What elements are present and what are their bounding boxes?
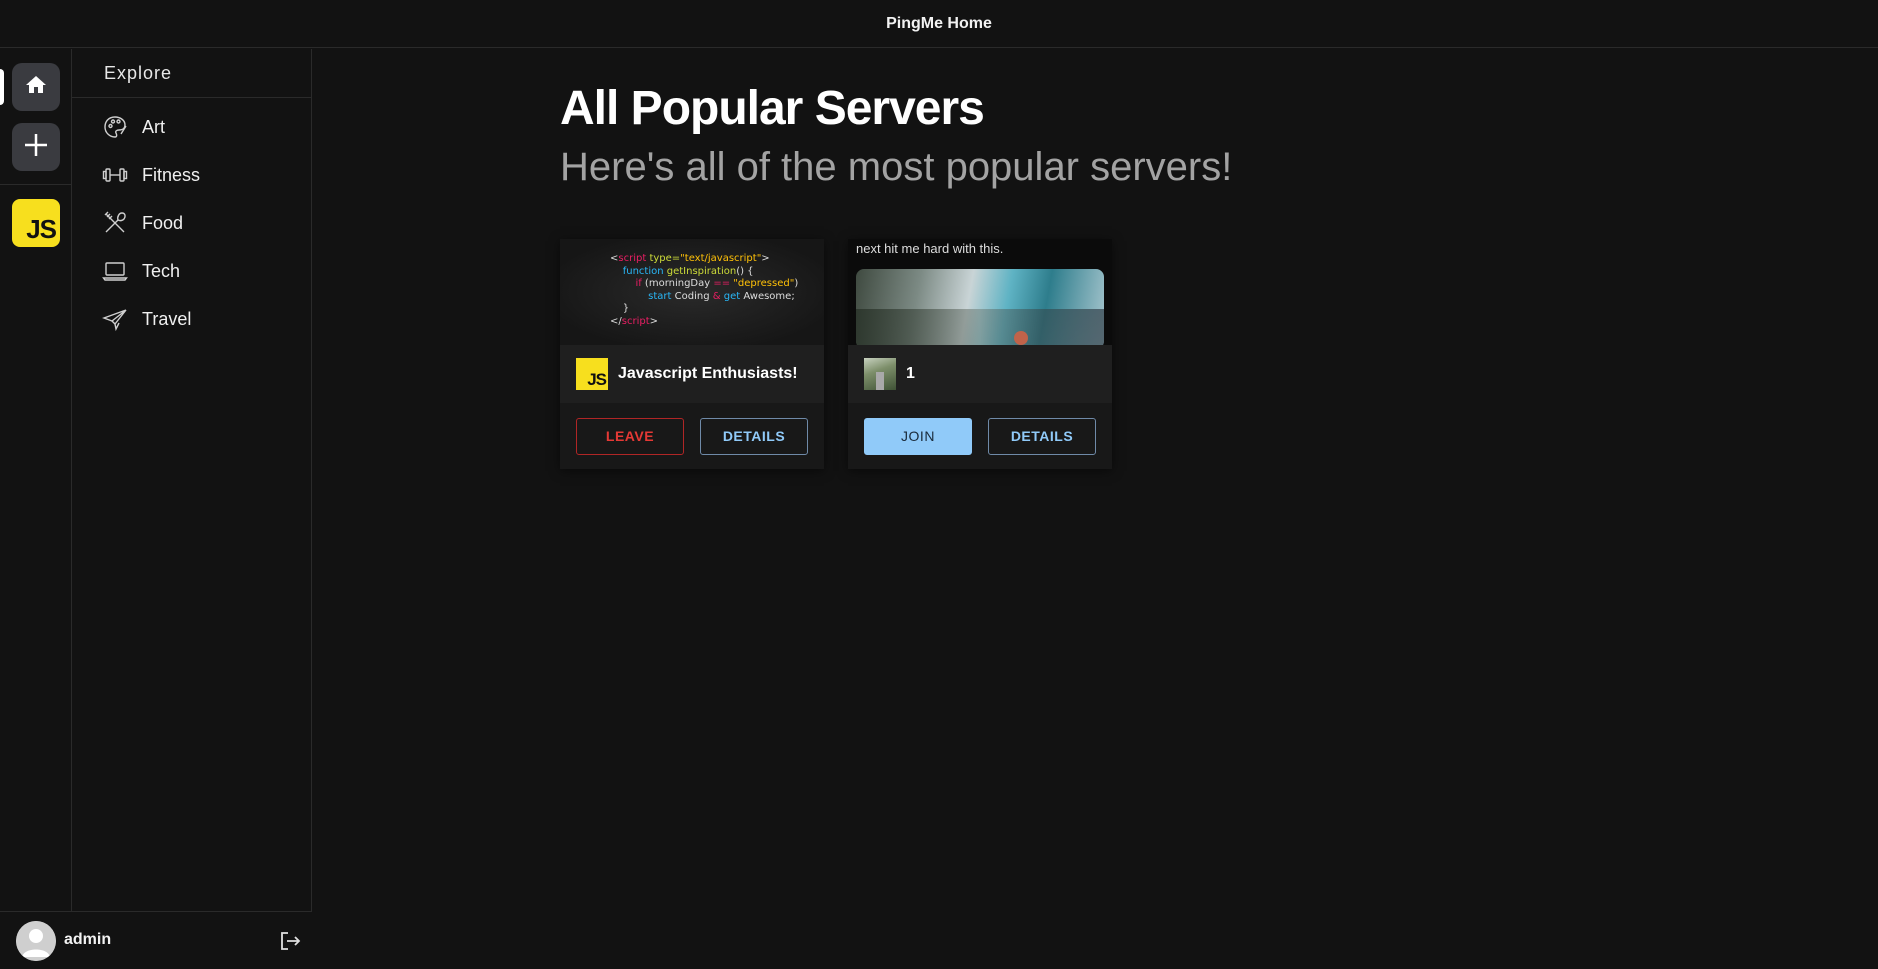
user-panel: admin (0, 911, 312, 969)
banner-caption: next hit me hard with this. (856, 241, 1004, 256)
server-avatar (864, 358, 896, 390)
sidebar-item-label: Art (142, 116, 166, 137)
logout-icon[interactable] (278, 929, 302, 953)
server-card: <script type="text/javascript"> function… (560, 239, 824, 469)
details-button[interactable]: DETAILS (700, 417, 808, 455)
active-indicator (0, 69, 4, 105)
server-banner: next hit me hard with this. (848, 239, 1112, 345)
sidebar-item-label: Food (142, 212, 184, 233)
rail-divider (0, 184, 72, 185)
details-button[interactable]: DETAILS (988, 417, 1096, 455)
leave-button[interactable]: LEAVE (576, 417, 684, 455)
server-name: Javascript Enthusiasts! (618, 365, 798, 382)
plus-icon (22, 131, 50, 164)
sidebar-heading: Explore (72, 49, 311, 98)
js-logo-text: JS (587, 370, 607, 389)
dumbbell-icon (102, 162, 128, 188)
top-bar: PingMe Home (0, 0, 1878, 48)
add-server-button[interactable] (12, 123, 60, 171)
js-logo-text: JS (26, 214, 57, 244)
server-card: next hit me hard with this. 1 JOIN DETAI… (848, 239, 1112, 469)
sidebar-item-tech[interactable]: Tech (72, 247, 311, 295)
paper-plane-icon (102, 306, 128, 332)
server-banner: <script type="text/javascript"> function… (560, 239, 824, 345)
sidebar-item-label: Fitness (142, 164, 201, 185)
utensils-icon (102, 210, 128, 236)
server-icon-js[interactable]: JS (12, 199, 60, 247)
banner-image (856, 269, 1104, 345)
laptop-icon (102, 258, 128, 284)
sidebar-item-food[interactable]: Food (72, 199, 311, 247)
home-icon (24, 73, 48, 102)
server-name: 1 (906, 365, 915, 382)
join-button[interactable]: JOIN (864, 417, 972, 455)
server-rail: JS (0, 49, 72, 969)
code-snippet: <script type="text/javascript"> function… (610, 253, 799, 327)
server-icon-js: JS (576, 358, 608, 390)
palette-icon (102, 114, 128, 140)
explore-sidebar: Explore Art Fitness Food Tech Travel (72, 49, 312, 969)
app-title: PingMe Home (886, 14, 992, 32)
home-button[interactable] (12, 63, 60, 111)
server-info: 1 (848, 345, 1112, 403)
card-actions: JOIN DETAILS (848, 403, 1112, 469)
username: admin (64, 931, 112, 948)
page-title: All Popular Servers (560, 82, 985, 135)
sidebar-item-fitness[interactable]: Fitness (72, 151, 311, 199)
avatar[interactable] (16, 921, 56, 961)
sidebar-item-label: Travel (142, 308, 192, 329)
sidebar-item-art[interactable]: Art (72, 103, 311, 151)
page-subtitle: Here's all of the most popular servers! (560, 145, 1233, 189)
sidebar-item-label: Tech (142, 260, 181, 281)
card-actions: LEAVE DETAILS (560, 403, 824, 469)
sidebar-item-travel[interactable]: Travel (72, 295, 311, 343)
server-info: JS Javascript Enthusiasts! (560, 345, 824, 403)
